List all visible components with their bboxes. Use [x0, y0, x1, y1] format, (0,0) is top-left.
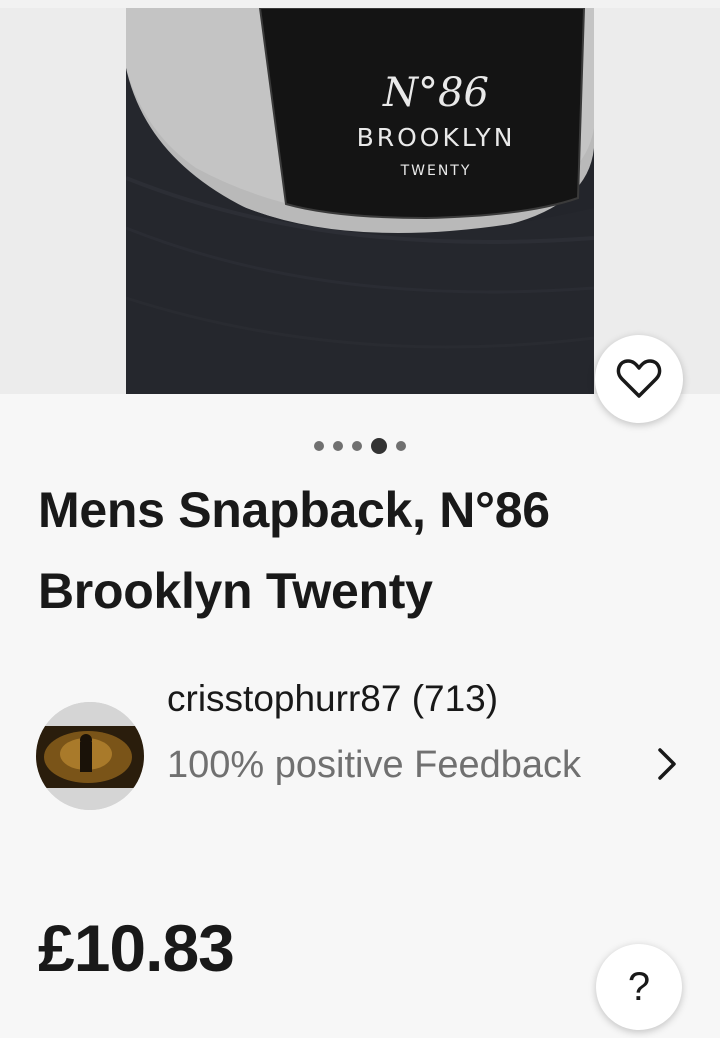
pagination-dot[interactable]	[314, 441, 324, 451]
pagination-dot[interactable]	[396, 441, 406, 451]
cap-image	[126, 8, 594, 394]
gallery-pagination	[0, 438, 720, 454]
help-button[interactable]: ?	[596, 944, 682, 1030]
label-line-2: BROOKLYN	[356, 123, 516, 152]
pagination-dot[interactable]	[333, 441, 343, 451]
pagination-dot[interactable]	[352, 441, 362, 451]
heart-icon	[616, 359, 662, 398]
item-price: £10.83	[38, 911, 235, 985]
seller-feedback: 100% positive Feedback	[167, 744, 582, 786]
image-gallery[interactable]: N°86 BROOKLYN TWENTY	[0, 0, 720, 394]
pagination-dot-active[interactable]	[371, 438, 387, 454]
watch-button[interactable]	[595, 335, 683, 423]
question-mark-icon: ?	[627, 964, 651, 1009]
label-line-3: TWENTY	[400, 163, 472, 179]
seller-name[interactable]: crisstophurr87 (713)	[167, 678, 498, 720]
cap-label-text: N°86 BROOKLYN TWENTY	[286, 68, 586, 186]
listing-title: Mens Snapback, N°86 Brooklyn Twenty	[38, 482, 550, 619]
chevron-right-icon[interactable]	[652, 744, 682, 784]
seller-info-row[interactable]: crisstophurr87 (713) 100% positive Feedb…	[0, 672, 720, 852]
label-line-1: N°86	[383, 70, 489, 116]
seller-avatar	[36, 702, 144, 810]
product-photo[interactable]: N°86 BROOKLYN TWENTY	[126, 8, 594, 394]
gallery-top-divider	[0, 0, 720, 8]
